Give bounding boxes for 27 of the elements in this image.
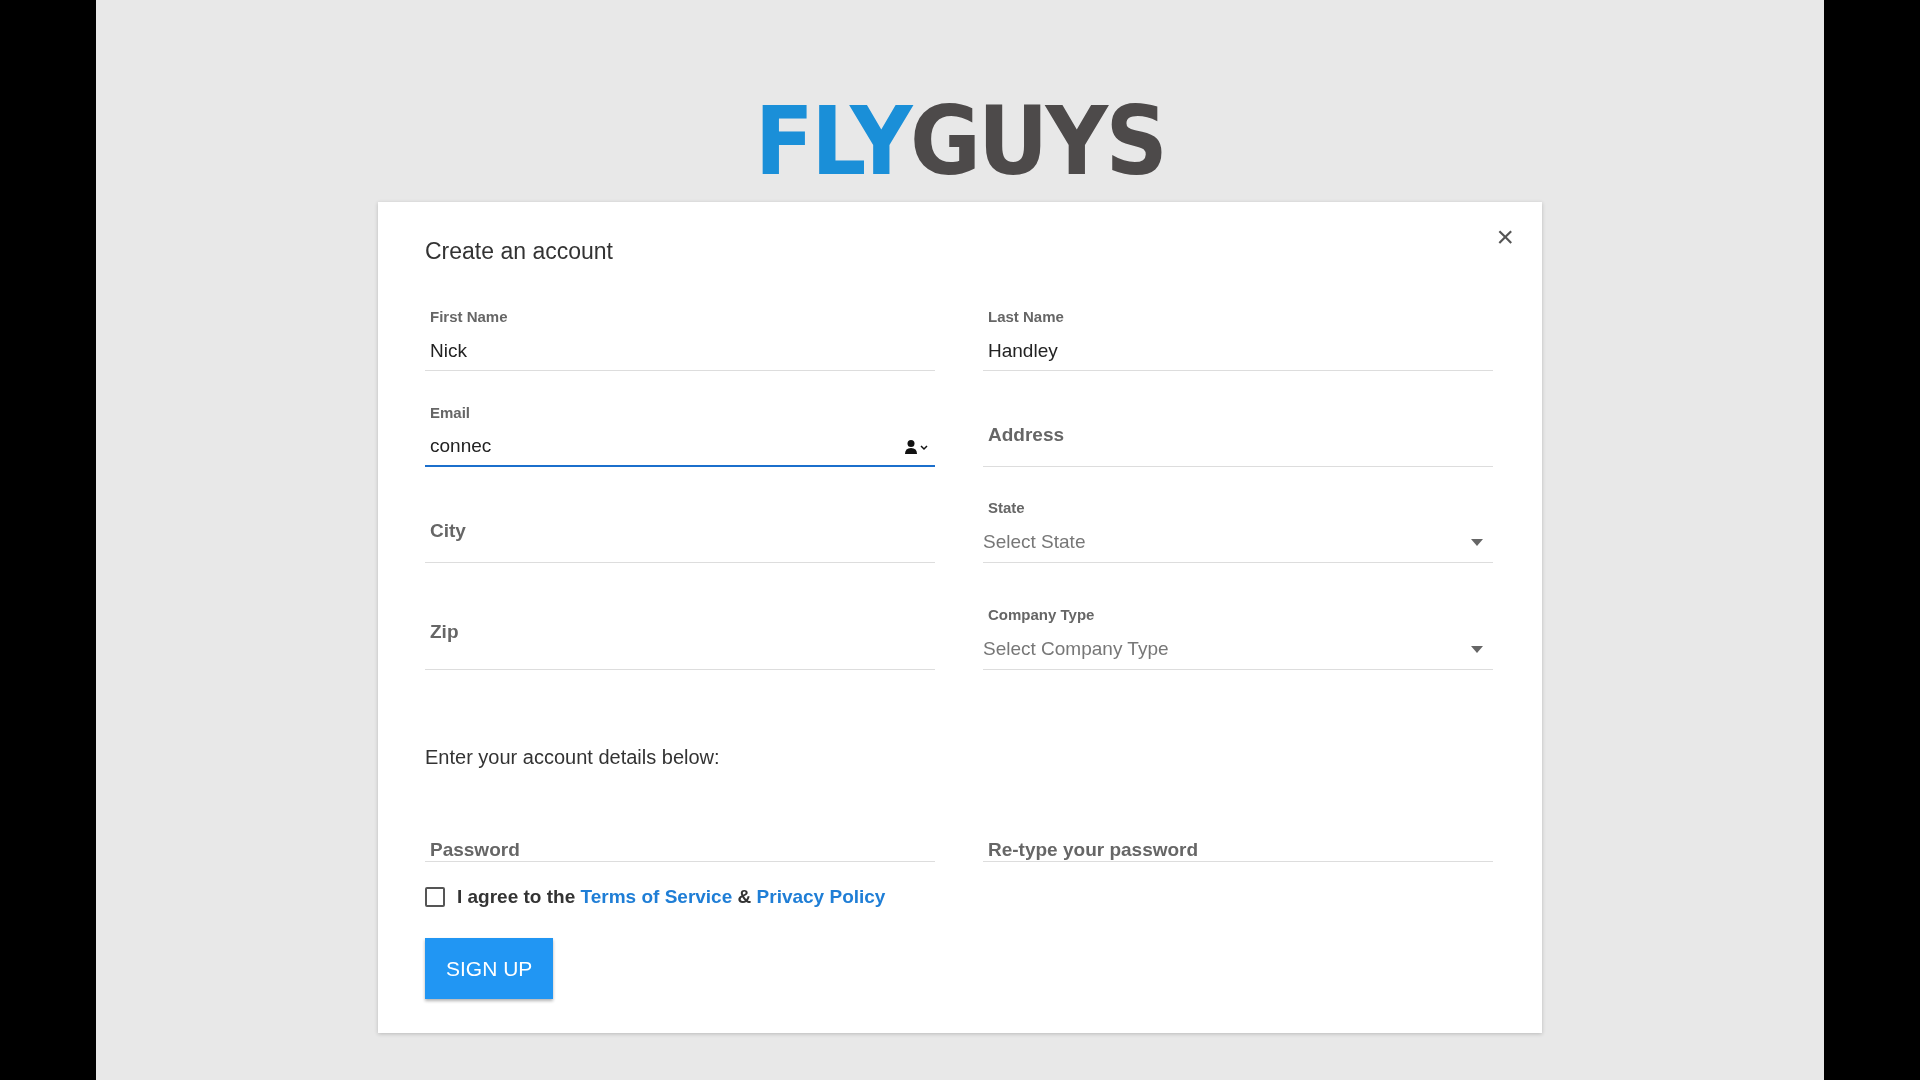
field-label: First Name <box>430 308 509 325</box>
policy-link[interactable]: Terms of Service <box>580 886 733 907</box>
section-heading: Enter your account details below: <box>425 746 721 769</box>
logo: FLYGUYS <box>754 92 1166 192</box>
input-field[interactable]: connec <box>425 427 935 467</box>
close-button[interactable]: × <box>1492 222 1518 252</box>
sign-up-button[interactable]: SIGN UP <box>425 938 554 999</box>
agreement-text: I agree to the Terms of Service & Privacy Policy <box>457 886 886 908</box>
input-field[interactable]: Nick <box>425 331 935 371</box>
checkbox[interactable] <box>425 887 445 907</box>
password-field[interactable]: Re-type your password <box>983 839 1493 862</box>
field-label: Last Name <box>988 308 1065 325</box>
caret-icon <box>1471 645 1483 653</box>
field-label: State <box>988 499 1026 516</box>
field-label: Email <box>430 404 472 421</box>
password-field[interactable]: Password <box>425 839 935 862</box>
person-icon[interactable] <box>905 439 929 455</box>
select-field[interactable]: Select State <box>983 522 1493 563</box>
dialog-title: Create an account <box>425 238 614 265</box>
input-field[interactable]: Address <box>983 371 1493 467</box>
select-field[interactable]: Select Company Type <box>983 629 1493 670</box>
policy-link[interactable]: Privacy Policy <box>756 886 886 907</box>
input-field[interactable]: Handley <box>983 331 1493 371</box>
input-field[interactable]: Zip <box>425 563 935 670</box>
input-field[interactable]: City <box>425 467 935 563</box>
caret-icon <box>1471 538 1483 546</box>
field-label: Company Type <box>988 606 1096 623</box>
